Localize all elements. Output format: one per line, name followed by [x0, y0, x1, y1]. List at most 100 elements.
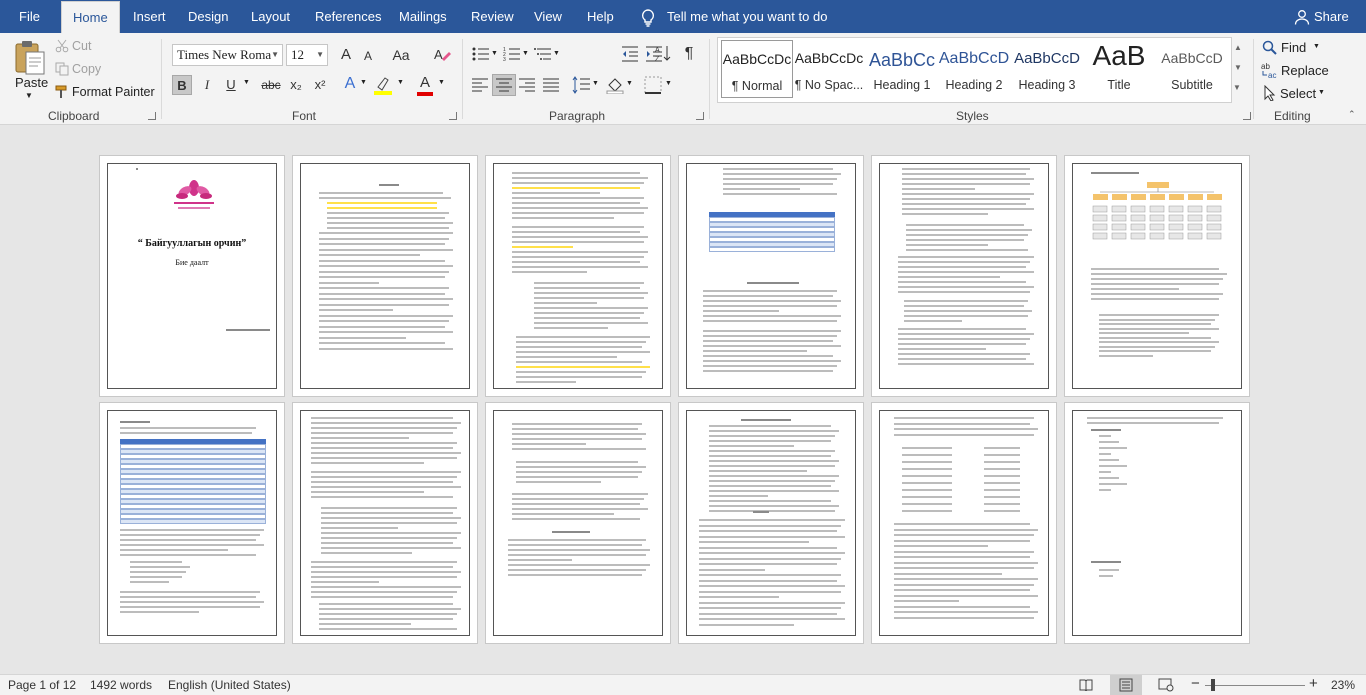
document-workspace[interactable]: “ Байгууллагын орчин” Бие даалт	[0, 126, 1366, 674]
style-subtitle[interactable]: AaBbCcD Subtitle	[1156, 40, 1228, 98]
zoom-slider-thumb[interactable]	[1211, 679, 1215, 691]
page-thumbnail[interactable]	[678, 402, 864, 644]
page-thumbnail[interactable]	[678, 155, 864, 397]
font-size-combo[interactable]: 12 ▼	[286, 44, 328, 66]
sort-icon[interactable]: AZ	[655, 44, 671, 64]
tab-file[interactable]: File	[19, 0, 40, 33]
page-thumbnail[interactable]	[485, 402, 671, 644]
tab-help[interactable]: Help	[587, 0, 614, 33]
text-line	[898, 343, 1026, 345]
style-heading-3[interactable]: AaBbCcD Heading 3	[1011, 40, 1083, 98]
share-button[interactable]: Share	[1294, 0, 1349, 33]
page-thumbnail[interactable]: “ Байгууллагын орчин” Бие даалт	[99, 155, 285, 397]
align-left-icon[interactable]	[472, 78, 488, 92]
paste-button[interactable]: Paste ▼	[8, 37, 50, 105]
tab-design[interactable]: Design	[188, 0, 228, 33]
page-thumbnail[interactable]	[871, 402, 1057, 644]
font-name-combo[interactable]: Times New Roma ▼	[172, 44, 283, 66]
align-center-button[interactable]	[492, 74, 516, 96]
line-spacing-icon[interactable]	[572, 76, 590, 94]
chevron-up-icon[interactable]: ▲	[1234, 43, 1242, 52]
page-thumbnail[interactable]	[292, 402, 478, 644]
underline-button[interactable]: U	[221, 75, 241, 95]
text-line	[904, 320, 962, 322]
text-line	[516, 461, 638, 463]
collapse-ribbon-icon[interactable]: ⌃	[1348, 109, 1356, 120]
styles-launcher-icon[interactable]	[1243, 112, 1251, 120]
tab-view[interactable]: View	[534, 0, 562, 33]
text-line	[512, 172, 640, 174]
zoom-level[interactable]: 23%	[1331, 678, 1355, 692]
style-heading-2[interactable]: AaBbCcD Heading 2	[938, 40, 1010, 98]
page-thumbnail[interactable]	[99, 402, 285, 644]
tab-layout[interactable]: Layout	[251, 0, 290, 33]
borders-icon[interactable]	[644, 76, 662, 94]
page-count[interactable]: Page 1 of 12	[8, 678, 76, 692]
paragraph-launcher-icon[interactable]	[696, 112, 704, 120]
style-no-spac[interactable]: AaBbCcDc ¶ No Spac...	[793, 40, 865, 98]
text-effects-button[interactable]: A	[340, 74, 360, 94]
numbering-icon[interactable]: 123	[503, 46, 521, 62]
style-normal[interactable]: AaBbCcDc ¶ Normal	[721, 40, 793, 98]
tab-review[interactable]: Review	[471, 0, 514, 33]
page-thumbnail[interactable]	[871, 155, 1057, 397]
bold-button[interactable]: B	[172, 75, 192, 95]
align-right-icon[interactable]	[519, 78, 535, 92]
zoom-out-button[interactable]: −	[1191, 675, 1200, 692]
change-case-button[interactable]: Aa	[388, 45, 414, 65]
justify-icon[interactable]	[543, 78, 559, 92]
chevron-down-icon[interactable]: ▼	[243, 79, 250, 86]
clipboard-launcher-icon[interactable]	[148, 112, 156, 120]
shading-icon[interactable]	[606, 76, 624, 94]
chevron-down-icon[interactable]: ▼	[626, 80, 633, 87]
chevron-down-icon[interactable]: ▼	[592, 80, 599, 87]
zoom-in-button[interactable]: +	[1309, 675, 1318, 692]
page-thumbnail[interactable]	[1064, 155, 1250, 397]
multilevel-list-icon[interactable]	[534, 46, 552, 62]
zoom-slider-track[interactable]	[1205, 685, 1305, 686]
word-count[interactable]: 1492 words	[90, 678, 152, 692]
text-line	[512, 438, 642, 440]
tab-mailings[interactable]: Mailings	[399, 0, 447, 33]
chevron-down-icon: ▼	[1318, 89, 1325, 96]
show-formatting-button[interactable]: ¶	[679, 44, 699, 64]
grow-font-button[interactable]: A	[336, 45, 356, 65]
chevron-down-icon[interactable]: ▼	[665, 80, 672, 87]
chevron-down-icon[interactable]: ▼	[438, 79, 445, 86]
page-thumbnail[interactable]	[485, 155, 671, 397]
chevron-down-icon[interactable]: ▼	[491, 50, 498, 57]
styles-scroll[interactable]: ▲ ▼ ▼	[1232, 41, 1246, 103]
chevron-down-icon[interactable]: ▼	[397, 79, 404, 86]
highlighter-icon[interactable]	[373, 75, 393, 95]
style-heading-1[interactable]: AaBbCc Heading 1	[866, 40, 938, 98]
decrease-indent-icon[interactable]	[621, 46, 639, 62]
tab-home[interactable]: Home	[61, 1, 120, 33]
web-layout-icon[interactable]	[1158, 678, 1174, 692]
text-line	[512, 448, 646, 450]
subscript-button[interactable]: x₂	[286, 75, 306, 95]
chevron-down-icon[interactable]: ▼	[522, 50, 529, 57]
text-line	[512, 423, 642, 425]
superscript-button[interactable]: x²	[310, 75, 330, 95]
tab-insert[interactable]: Insert	[133, 0, 166, 33]
bullets-icon[interactable]	[472, 46, 490, 62]
tell-me-box[interactable]: Tell me what you want to do	[640, 0, 827, 33]
chevron-down-icon[interactable]: ▼	[553, 50, 560, 57]
read-mode-icon[interactable]	[1079, 678, 1093, 691]
text-line	[709, 475, 839, 477]
shrink-font-button[interactable]: A	[358, 46, 378, 66]
tab-references[interactable]: References	[315, 0, 381, 33]
chevron-down-icon[interactable]: ▼	[360, 79, 367, 86]
print-layout-button[interactable]	[1110, 675, 1142, 695]
page-thumbnail[interactable]	[292, 155, 478, 397]
more-styles-icon[interactable]: ▼	[1233, 83, 1241, 92]
chevron-down-icon[interactable]: ▼	[1234, 63, 1242, 72]
text-line	[1091, 273, 1227, 275]
style-title[interactable]: AaB Title	[1083, 40, 1155, 98]
italic-button[interactable]: I	[197, 75, 217, 95]
font-launcher-icon[interactable]	[449, 112, 457, 120]
strikethrough-button[interactable]: abc	[259, 75, 283, 95]
language-indicator[interactable]: English (United States)	[168, 678, 291, 692]
page-thumbnail[interactable]	[1064, 402, 1250, 644]
clear-formatting-icon[interactable]: A	[433, 45, 451, 63]
